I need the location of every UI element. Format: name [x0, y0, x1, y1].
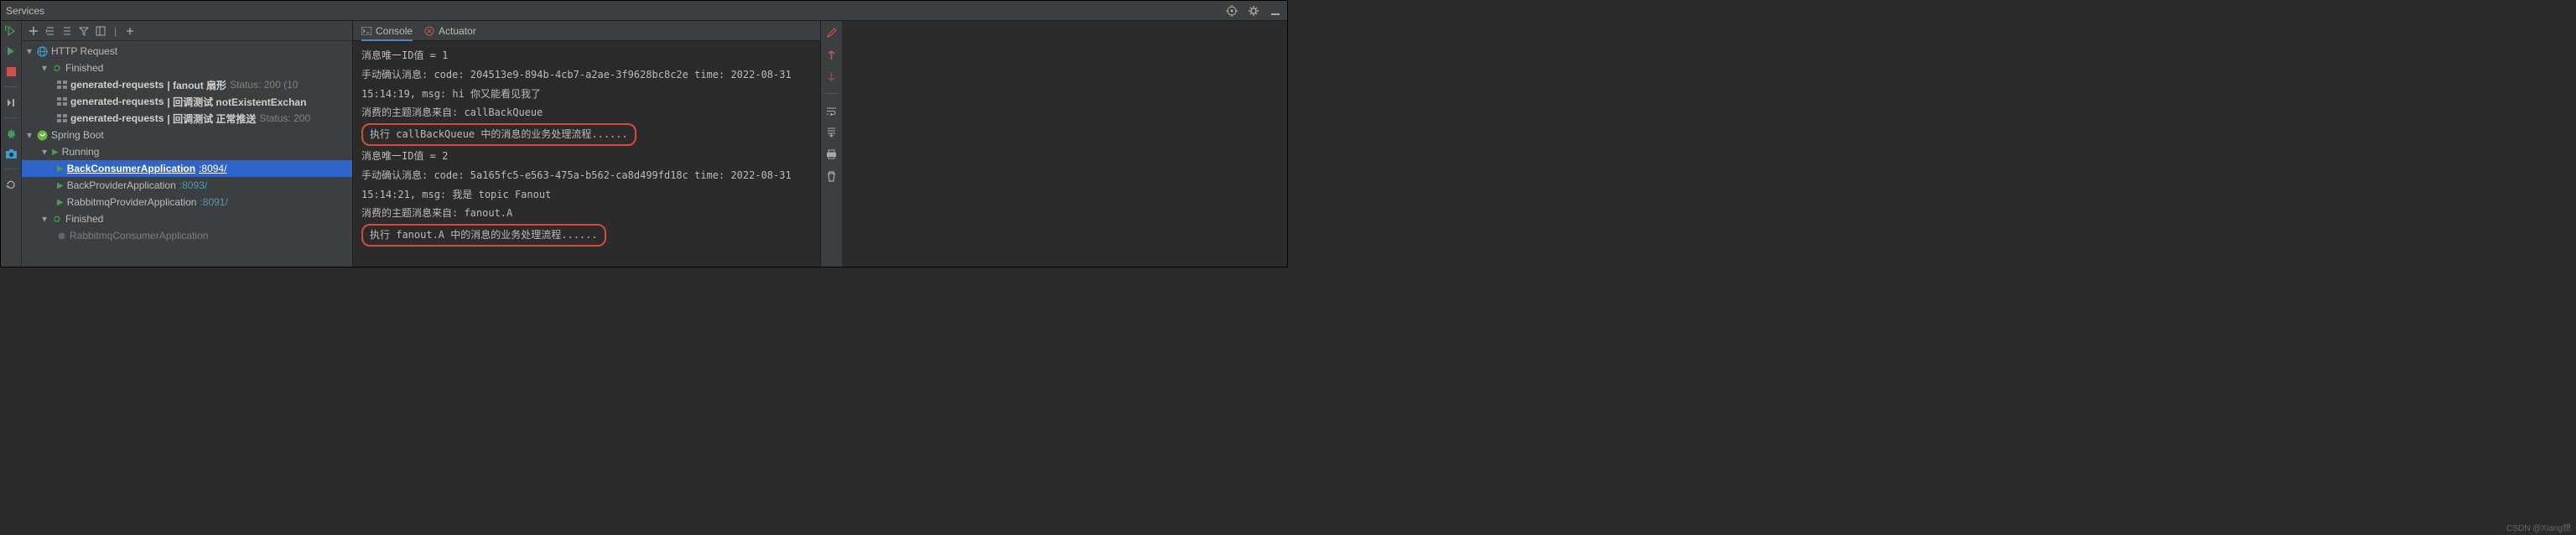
- add2-icon[interactable]: [123, 24, 137, 38]
- scroll-end-icon[interactable]: [825, 126, 839, 139]
- panel-header: Services: [1, 1, 1287, 21]
- app-name: RabbitmqProviderApplication: [67, 196, 197, 208]
- console-icon: [361, 27, 371, 35]
- tree-label: Running: [62, 146, 100, 158]
- refresh-icon: [52, 214, 62, 224]
- app-item[interactable]: ▶ BackProviderApplication :8093/: [22, 177, 352, 194]
- tree-item[interactable]: generated-requests | 回调测试 notExistentExc…: [22, 93, 352, 110]
- wrap-icon[interactable]: [825, 104, 839, 117]
- left-toolbar: [1, 21, 22, 267]
- console-output[interactable]: 消息唯一ID值 = 1 手动确认消息: code: 204513e9-894b-…: [353, 41, 820, 267]
- dot-icon: [57, 231, 66, 241]
- app-item[interactable]: ▶ RabbitmqProviderApplication :8091/: [22, 194, 352, 210]
- log-line: 消费的主题消息来自: fanout.A: [361, 204, 812, 223]
- item-status: Status: 200: [259, 112, 310, 124]
- request-icon: [57, 81, 67, 89]
- item-suffix: | 回调测试 正常推送: [167, 112, 256, 126]
- tab-console[interactable]: Console: [361, 25, 413, 41]
- app-name: BackConsumerApplication: [67, 163, 195, 174]
- trash-icon[interactable]: [825, 169, 839, 183]
- stop-icon[interactable]: [4, 65, 18, 78]
- item-name: generated-requests: [70, 96, 164, 107]
- play-icon: ▶: [57, 164, 64, 174]
- item-status: Status: 200 (10: [230, 79, 298, 91]
- log-line-highlighted: 执行 callBackQueue 中的消息的业务处理流程......: [361, 123, 636, 146]
- minimize-icon[interactable]: [1269, 4, 1282, 18]
- log-line: 手动确认消息: code: 204513e9-894b-4cb7-a2ae-3f…: [361, 65, 812, 104]
- services-tree-panel: | ▾ HTTP Request ▾ Finished: [1, 21, 353, 267]
- item-suffix: | fanout 扇形: [167, 78, 226, 92]
- chevron-down-icon: ▾: [42, 213, 49, 225]
- play-icon: ▶: [52, 148, 59, 157]
- item-name: generated-requests: [70, 79, 164, 91]
- app-port: :8091/: [200, 196, 227, 208]
- chevron-down-icon: ▾: [27, 129, 34, 141]
- add-icon[interactable]: [27, 24, 40, 38]
- edit-icon[interactable]: [825, 26, 839, 39]
- app-port: :8094/: [199, 163, 226, 174]
- app-port: :8093/: [179, 179, 207, 191]
- tree-label: HTTP Request: [51, 45, 117, 57]
- tree-label: Finished: [65, 62, 103, 74]
- refresh-icon: [52, 63, 62, 73]
- debug-icon[interactable]: [4, 127, 18, 140]
- log-line-highlighted: 执行 fanout.A 中的消息的业务处理流程......: [361, 224, 606, 247]
- http-request-node[interactable]: ▾ HTTP Request: [22, 43, 352, 60]
- log-line: 消息唯一ID值 = 2: [361, 147, 812, 166]
- finished-node-2[interactable]: ▾ Finished: [22, 210, 352, 227]
- tab-actuator[interactable]: Actuator: [424, 25, 476, 37]
- app-item-selected[interactable]: ▶ BackConsumerApplication :8094/: [22, 160, 352, 177]
- chevron-down-icon: ▾: [42, 62, 49, 74]
- tree-label: Spring Boot: [51, 129, 104, 141]
- services-tree: ▾ HTTP Request ▾ Finished generated-requ…: [22, 41, 352, 246]
- print-icon[interactable]: [825, 148, 839, 161]
- output-tabs: Console Actuator: [353, 21, 820, 41]
- watermark: CSDN @Xiang想: [2506, 521, 2571, 533]
- arrow-up-icon[interactable]: [825, 48, 839, 61]
- item-suffix: | 回调测试 notExistentExchan: [167, 95, 306, 109]
- app-item-finished[interactable]: RabbitmqConsumerApplication: [22, 227, 352, 244]
- play-icon: ▶: [57, 198, 64, 207]
- log-line: 消费的主题消息来自: callBackQueue: [361, 103, 812, 122]
- app-name: BackProviderApplication: [67, 179, 176, 191]
- tab-label: Actuator: [439, 25, 476, 37]
- running-node[interactable]: ▾ ▶ Running: [22, 143, 352, 160]
- log-line: 手动确认消息: code: 5a165fc5-e563-475a-b562-ca…: [361, 166, 812, 205]
- spring-boot-node[interactable]: ▾ Spring Boot: [22, 127, 352, 143]
- play-icon: ▶: [57, 181, 64, 190]
- chevron-down-icon: ▾: [42, 146, 49, 158]
- gear-icon[interactable]: [1247, 4, 1260, 18]
- arrow-down-icon[interactable]: [825, 70, 839, 83]
- tab-label: Console: [376, 25, 413, 37]
- run-icon[interactable]: [4, 44, 18, 58]
- request-icon: [57, 97, 67, 106]
- filter-icon[interactable]: [77, 24, 91, 38]
- http-icon: [37, 46, 48, 57]
- request-icon: [57, 114, 67, 122]
- right-toolbar: [820, 21, 842, 267]
- panel-title: Services: [6, 5, 44, 17]
- finished-node[interactable]: ▾ Finished: [22, 60, 352, 76]
- chevron-down-icon: ▾: [27, 45, 34, 57]
- log-line: 消息唯一ID值 = 1: [361, 46, 812, 65]
- app-name: RabbitmqConsumerApplication: [70, 230, 208, 242]
- tree-toolbar: |: [22, 21, 352, 41]
- tree-item[interactable]: generated-requests | fanout 扇形 Status: 2…: [22, 76, 352, 93]
- layout-icon[interactable]: [94, 24, 107, 38]
- rerun-icon[interactable]: [4, 24, 18, 38]
- tree-label: Finished: [65, 213, 103, 225]
- collapse-icon[interactable]: [60, 24, 74, 38]
- rerun2-icon[interactable]: [4, 178, 18, 191]
- spring-icon: [37, 130, 48, 141]
- expand-icon[interactable]: [44, 24, 57, 38]
- target-icon[interactable]: [1225, 4, 1239, 18]
- actuator-icon: [424, 26, 434, 36]
- item-name: generated-requests: [70, 112, 164, 124]
- step-icon[interactable]: [4, 96, 18, 109]
- tree-item[interactable]: generated-requests | 回调测试 正常推送 Status: 2…: [22, 110, 352, 127]
- camera-icon[interactable]: [4, 147, 18, 160]
